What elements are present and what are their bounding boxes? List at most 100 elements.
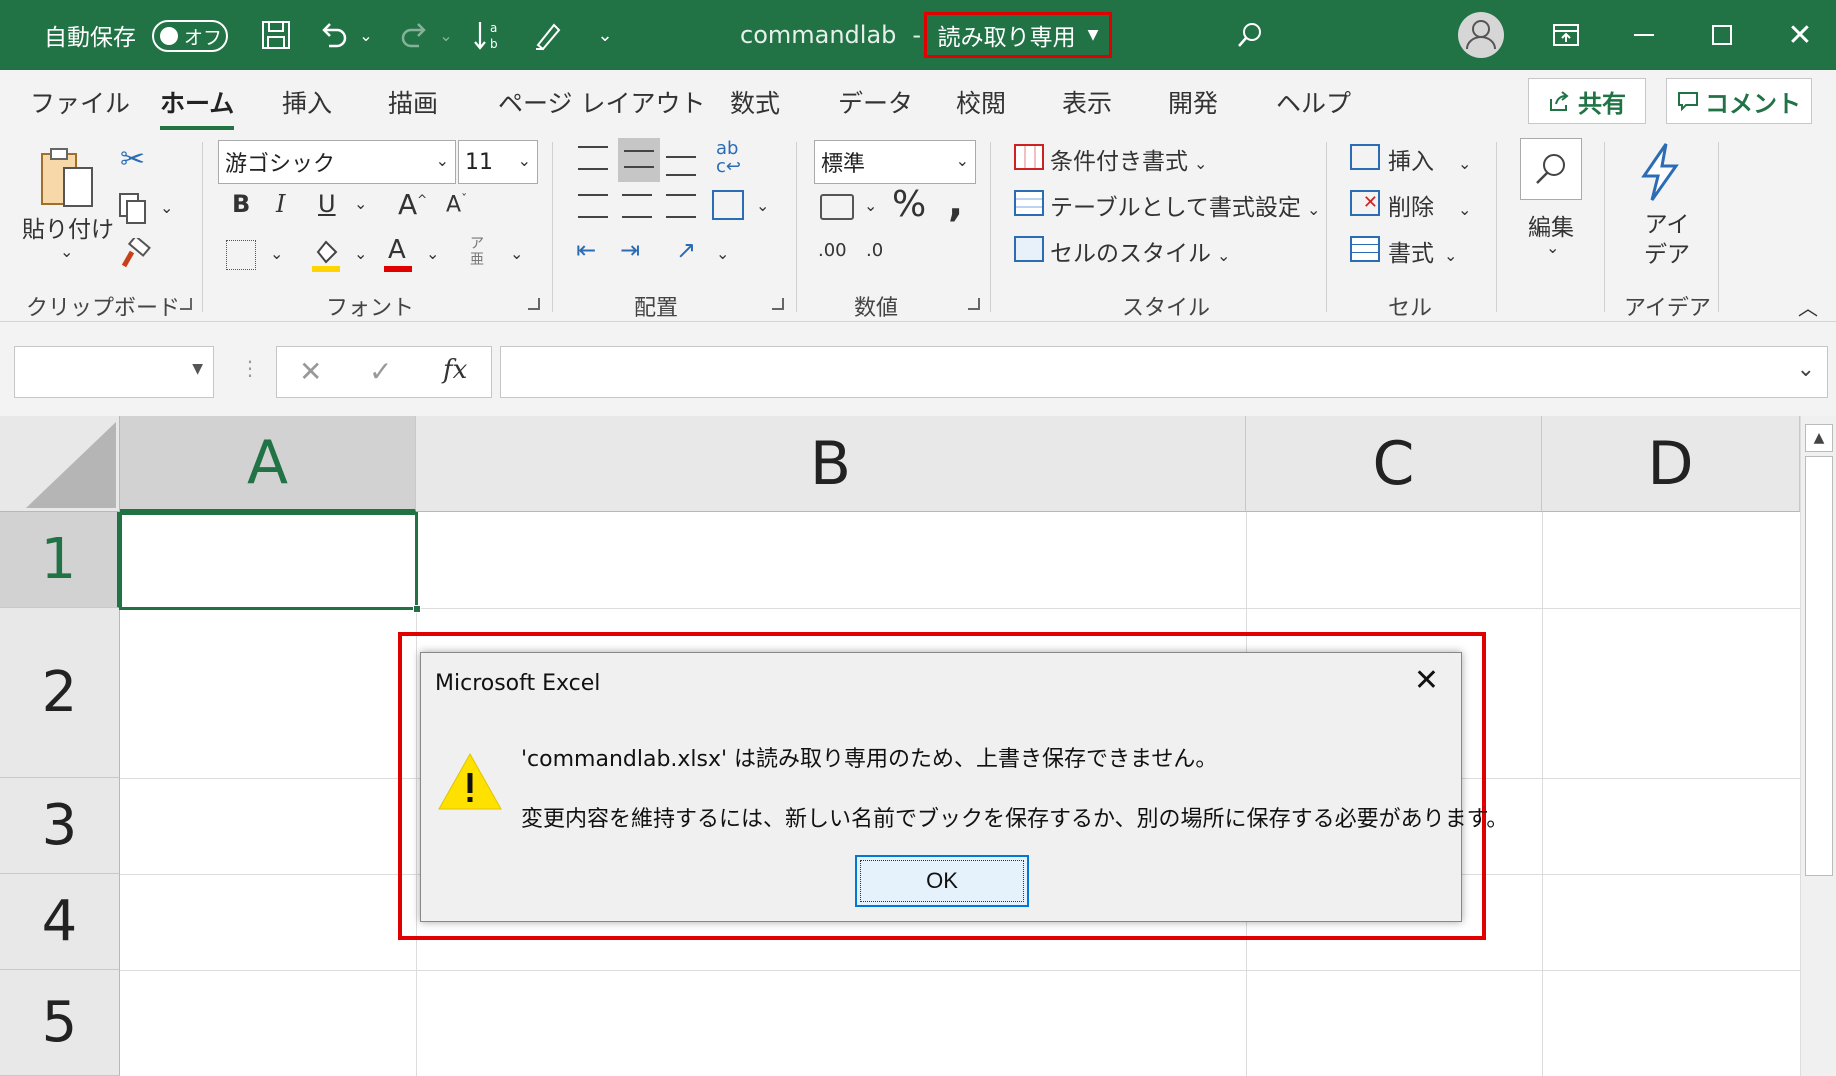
align-right-icon[interactable] (666, 194, 696, 218)
phonetic-guide-icon[interactable]: ア亜 (470, 236, 494, 268)
row-header-5[interactable]: 5 (0, 970, 120, 1076)
editing-dropdown-icon[interactable]: ⌄ (1546, 238, 1559, 257)
cancel-icon[interactable]: ✕ (299, 355, 322, 388)
cell-styles-icon[interactable] (1014, 236, 1044, 262)
name-box[interactable]: ▼ (14, 346, 214, 398)
expand-formula-bar-icon[interactable]: ⌄ (1797, 357, 1815, 382)
sort-icon[interactable]: ab (470, 0, 510, 70)
scroll-up-icon[interactable]: ▲ (1805, 424, 1833, 452)
increase-font-size-icon[interactable]: A^ (398, 188, 427, 221)
ideas-icon[interactable] (1636, 142, 1684, 202)
delete-cells-button[interactable]: 削除 ⌄ (1388, 188, 1471, 222)
ok-button[interactable]: OK (855, 855, 1029, 907)
bottom-align-icon[interactable] (666, 156, 696, 176)
customize-toolbar-icon[interactable]: ⌄ (590, 0, 620, 70)
paste-icon[interactable] (36, 146, 96, 216)
editing-button[interactable]: 編集 (1528, 208, 1574, 242)
conditional-formatting-icon[interactable] (1014, 144, 1044, 170)
borders-dropdown-icon[interactable]: ⌄ (270, 244, 283, 263)
avatar[interactable] (1456, 0, 1506, 70)
insert-cells-button[interactable]: 挿入 ⌄ (1388, 142, 1471, 176)
enter-icon[interactable]: ✓ (369, 355, 392, 388)
align-center-icon[interactable] (622, 194, 652, 218)
middle-align-icon[interactable] (618, 138, 660, 182)
insert-function-button[interactable]: fx (443, 355, 467, 385)
font-size-dropdown[interactable]: 11 ⌄ (458, 140, 538, 184)
row-header-3[interactable]: 3 (0, 778, 120, 874)
delete-cells-icon[interactable]: ✕ (1350, 190, 1380, 216)
collapse-ribbon-icon[interactable]: ︿ (1798, 292, 1818, 321)
format-as-table-icon[interactable] (1014, 190, 1044, 216)
row-header-2[interactable]: 2 (0, 608, 120, 778)
format-cells-icon[interactable] (1350, 236, 1380, 262)
tab-formulas[interactable]: 数式 (730, 84, 780, 120)
read-only-indicator[interactable]: 読み取り専用 ▼ (924, 12, 1112, 58)
increase-indent-icon[interactable]: ⇥ (620, 236, 640, 264)
tab-developer[interactable]: 開発 (1168, 84, 1218, 120)
undo-icon[interactable] (314, 0, 354, 70)
font-color-dropdown-icon[interactable]: ⌄ (426, 244, 439, 263)
scroll-thumb[interactable] (1805, 456, 1833, 876)
align-left-icon[interactable] (578, 194, 608, 218)
fill-handle[interactable] (413, 605, 421, 613)
bold-button[interactable]: B (232, 190, 250, 218)
number-dialog-launcher-icon[interactable] (968, 298, 980, 310)
underline-button[interactable]: U (318, 190, 336, 218)
format-as-table-button[interactable]: テーブルとして書式設定 ⌄ (1050, 188, 1320, 222)
font-dialog-launcher-icon[interactable] (528, 298, 540, 310)
select-all-button[interactable] (0, 416, 120, 512)
conditional-formatting-button[interactable]: 条件付き書式 ⌄ (1050, 142, 1207, 176)
decrease-decimal-button[interactable]: .0 (866, 240, 883, 261)
clipboard-dialog-launcher-icon[interactable] (180, 298, 192, 310)
format-cells-button[interactable]: 書式 ⌄ (1388, 234, 1457, 268)
tab-insert[interactable]: 挿入 (282, 84, 332, 120)
column-header-c[interactable]: C (1246, 416, 1542, 512)
tab-file[interactable]: ファイル (30, 84, 130, 120)
font-name-dropdown[interactable]: 游ゴシック ⌄ (218, 140, 456, 184)
paste-dropdown-icon[interactable]: ⌄ (60, 242, 73, 261)
alignment-dialog-launcher-icon[interactable] (772, 298, 784, 310)
ribbon-display-options-icon[interactable] (1546, 0, 1586, 70)
close-icon[interactable]: ✕ (1780, 0, 1820, 70)
ideas-button[interactable]: アイ デア (1644, 210, 1690, 270)
row-header-4[interactable]: 4 (0, 874, 120, 970)
tab-draw[interactable]: 描画 (388, 84, 438, 120)
increase-decimal-button[interactable]: .00 (818, 240, 847, 261)
row-header-1[interactable]: 1 (0, 512, 120, 608)
copy-icon[interactable] (118, 192, 148, 226)
search-icon[interactable] (1520, 138, 1582, 200)
tab-data[interactable]: データ (838, 84, 913, 120)
paste-label[interactable]: 貼り付け (22, 210, 114, 244)
save-icon[interactable] (256, 0, 296, 70)
format-painter-icon[interactable] (118, 234, 152, 272)
accounting-format-icon[interactable] (820, 194, 854, 220)
tab-view[interactable]: 表示 (1062, 84, 1112, 120)
tab-help[interactable]: ヘルプ (1276, 84, 1351, 120)
tab-page-layout[interactable]: ページ レイアウト (498, 84, 705, 120)
phonetic-dropdown-icon[interactable]: ⌄ (510, 244, 523, 263)
text-direction-dropdown-icon[interactable]: ⌄ (716, 244, 729, 263)
formula-input[interactable]: ⌄ (500, 346, 1828, 398)
percent-style-button[interactable]: % (892, 184, 926, 225)
drag-handle-icon[interactable]: ⋮ (240, 356, 260, 380)
column-header-a[interactable]: A (120, 416, 416, 512)
decrease-indent-icon[interactable]: ⇤ (576, 236, 596, 264)
touch-draw-icon[interactable] (528, 0, 568, 70)
top-align-icon[interactable] (578, 146, 608, 170)
comment-button[interactable]: コメント (1666, 78, 1812, 124)
search-icon[interactable] (1230, 0, 1270, 70)
cut-icon[interactable]: ✂ (120, 142, 145, 177)
merge-dropdown-icon[interactable]: ⌄ (756, 196, 769, 215)
copy-dropdown-icon[interactable]: ⌄ (160, 198, 173, 217)
fill-color-icon[interactable] (310, 236, 342, 274)
font-color-icon[interactable]: A (382, 232, 414, 274)
orientation-icon[interactable]: ab c↩ (716, 140, 741, 176)
close-icon[interactable]: ✕ (1414, 663, 1439, 698)
selected-cell-a1[interactable] (119, 512, 421, 613)
tab-review[interactable]: 校閲 (956, 84, 1006, 120)
insert-cells-icon[interactable] (1350, 144, 1380, 170)
number-format-dropdown[interactable]: 標準 ⌄ (814, 140, 976, 184)
borders-icon[interactable] (226, 240, 256, 270)
autosave-toggle[interactable]: オフ (152, 20, 228, 52)
share-button[interactable]: 共有 (1528, 78, 1646, 124)
